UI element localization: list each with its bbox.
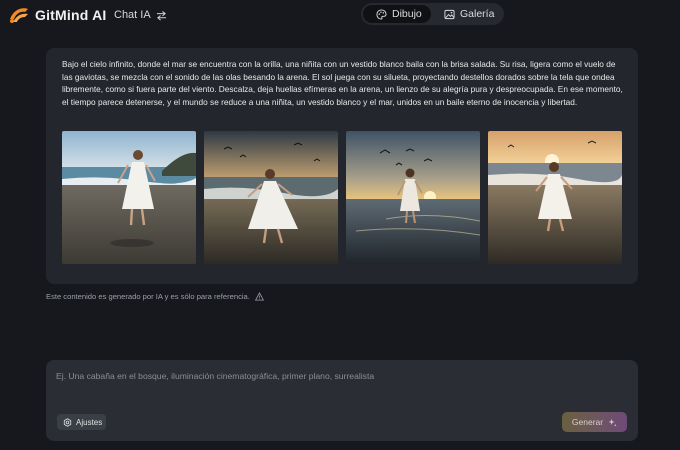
tab-dibujo[interactable]: Dibujo bbox=[363, 5, 431, 23]
disclaimer-text: Este contenido es generado por IA y es s… bbox=[46, 291, 250, 301]
settings-label: Ajustes bbox=[76, 417, 103, 427]
result-card: Bajo el cielo infinito, donde el mar se … bbox=[46, 48, 638, 284]
prompt-box: Ajustes Generar bbox=[46, 360, 638, 441]
swap-icon bbox=[156, 10, 166, 20]
generated-image-4[interactable] bbox=[488, 131, 622, 264]
chat-ia-label: Chat IA bbox=[114, 9, 151, 21]
beach-girl-image bbox=[204, 131, 338, 264]
settings-icon bbox=[63, 417, 72, 427]
settings-button[interactable]: Ajustes bbox=[57, 414, 106, 430]
warning-icon[interactable] bbox=[254, 291, 264, 301]
gallery-icon bbox=[444, 9, 455, 19]
generated-text: Bajo el cielo infinito, donde el mar se … bbox=[62, 59, 623, 108]
mode-switch: Dibujo Galería bbox=[361, 3, 504, 25]
app-logo[interactable]: GitMind AI bbox=[8, 5, 106, 25]
tab-dibujo-label: Dibujo bbox=[392, 8, 422, 20]
top-bar: GitMind AI Chat IA Dibujo Galería bbox=[0, 0, 680, 30]
sparkle-icon bbox=[608, 418, 617, 427]
app-name: GitMind AI bbox=[35, 7, 107, 23]
generated-image-2[interactable] bbox=[204, 131, 338, 264]
tab-galeria[interactable]: Galería bbox=[431, 5, 501, 23]
prompt-input[interactable] bbox=[56, 368, 626, 384]
beach-girl-image bbox=[488, 131, 622, 264]
generated-image-1[interactable] bbox=[62, 131, 196, 264]
gitmind-logo-icon bbox=[10, 8, 28, 23]
beach-girl-image bbox=[62, 131, 196, 264]
ai-disclaimer: Este contenido es generado por IA y es s… bbox=[46, 291, 264, 301]
generate-button[interactable]: Generar bbox=[562, 412, 627, 432]
generated-images bbox=[62, 131, 622, 264]
generate-label: Generar bbox=[571, 417, 604, 427]
chat-ia-switch[interactable]: Chat IA bbox=[114, 7, 167, 23]
palette-icon bbox=[376, 8, 387, 20]
generated-image-3[interactable] bbox=[346, 131, 480, 264]
tab-galeria-label: Galería bbox=[460, 8, 495, 20]
beach-girl-image bbox=[346, 131, 480, 264]
